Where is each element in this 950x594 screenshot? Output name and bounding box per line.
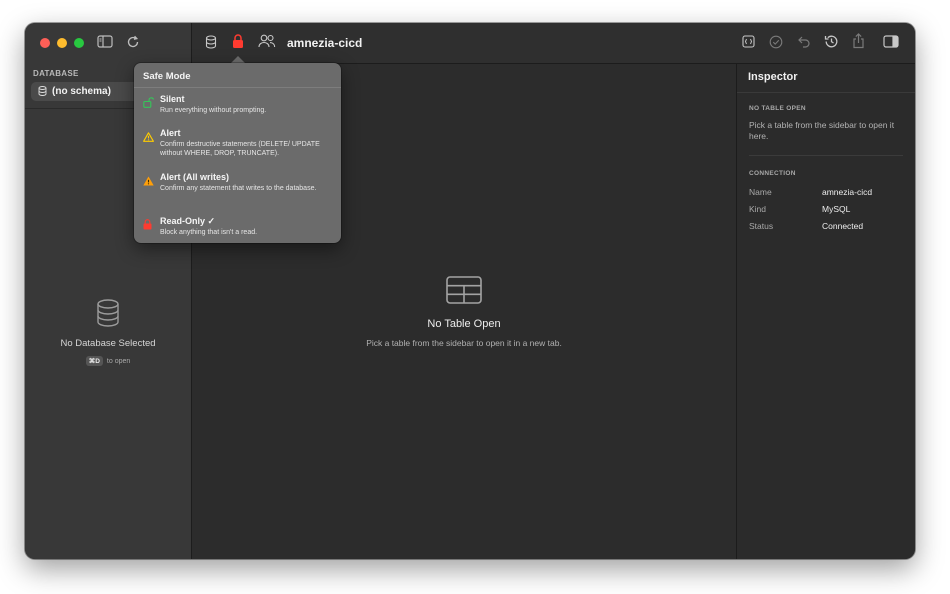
safe-mode-popover: Safe Mode Silent Run everything without …	[134, 63, 341, 243]
option-read-only-name: Read-Only ✓	[160, 216, 216, 226]
inspector-divider	[737, 92, 915, 93]
sidebar-toggle-icon[interactable]	[97, 35, 113, 53]
history-icon[interactable]	[824, 34, 839, 54]
main-empty-state: No Table Open Pick a table from the side…	[192, 276, 736, 348]
connection-kind-key: Kind	[749, 204, 767, 214]
inspector-panel: Inspector NO TABLE OPEN Pick a table fro…	[736, 64, 915, 559]
table-grid-icon	[192, 276, 736, 309]
inspector-toggle-icon[interactable]	[883, 35, 899, 53]
connection-name-value: amnezia-cicd	[822, 187, 873, 197]
shortcut-hint-text: to open	[106, 357, 131, 365]
sidebar-empty-state: No Database Selected ⌘D to open	[25, 299, 191, 366]
connection-kind-value: MySQL	[822, 204, 851, 214]
safe-mode-option-read-only[interactable]: Read-Only ✓ Block anything that isn't a …	[134, 216, 341, 240]
commit-check-icon[interactable]	[769, 35, 783, 54]
option-silent-name: Silent	[160, 94, 185, 104]
option-alert-all-writes-name: Alert (All writes)	[160, 172, 230, 182]
database-button-icon[interactable]	[205, 35, 217, 54]
safe-mode-option-alert[interactable]: Alert Confirm destructive statements (DE…	[134, 128, 341, 163]
minimize-window-button[interactable]	[57, 38, 67, 48]
query-editor-icon[interactable]	[742, 35, 755, 53]
no-table-subtitle: Pick a table from the sidebar to open it…	[366, 338, 562, 348]
connection-name-key: Name	[749, 187, 772, 197]
undo-icon[interactable]	[797, 35, 811, 53]
database-empty-icon	[25, 299, 191, 332]
safe-mode-option-alert-all-writes[interactable]: Alert (All writes) Confirm any statement…	[134, 172, 341, 207]
zoom-window-button[interactable]	[74, 38, 84, 48]
option-alert-all-writes-description: Confirm any statement that writes to the…	[160, 185, 317, 192]
no-database-title: No Database Selected	[60, 338, 156, 349]
lock-icon	[143, 217, 152, 235]
safe-mode-lock-icon[interactable]	[232, 34, 244, 54]
no-table-open-heading: NO TABLE OPEN	[749, 105, 806, 112]
option-silent-description: Run everything without prompting.	[160, 107, 267, 114]
window-controls	[40, 38, 84, 48]
inspector-section-divider	[749, 155, 903, 156]
toolbar: amnezia-cicd	[192, 23, 915, 64]
option-read-only-description: Block anything that isn't a read.	[160, 229, 258, 236]
connection-heading: CONNECTION	[749, 170, 796, 177]
database-section-label: DATABASE	[33, 69, 79, 78]
users-icon[interactable]	[258, 34, 276, 53]
database-icon	[38, 83, 47, 101]
connection-status-value: Connected	[822, 221, 864, 231]
option-alert-description: Confirm destructive statements (DELETE/ …	[160, 141, 320, 157]
open-database-hint: ⌘D to open	[25, 356, 191, 366]
popover-divider	[134, 87, 341, 88]
shortcut-key: ⌘D	[85, 356, 103, 366]
connection-title: amnezia-cicd	[287, 36, 363, 50]
safe-mode-option-silent[interactable]: Silent Run everything without prompting.	[134, 94, 341, 120]
connection-status-key: Status	[749, 221, 774, 231]
no-table-open-text: Pick a table from the sidebar to open it…	[749, 120, 895, 141]
inspector-title: Inspector	[748, 71, 798, 83]
option-alert-name: Alert	[160, 128, 181, 138]
close-window-button[interactable]	[40, 38, 50, 48]
schema-label: (no schema)	[52, 86, 111, 97]
unlocked-icon	[143, 95, 155, 113]
refresh-icon[interactable]	[126, 35, 140, 54]
share-icon[interactable]	[852, 33, 865, 54]
no-table-title: No Table Open	[427, 318, 501, 330]
warning-filled-icon	[143, 173, 154, 191]
safe-mode-title: Safe Mode	[143, 71, 191, 82]
warning-outline-icon	[143, 129, 154, 147]
